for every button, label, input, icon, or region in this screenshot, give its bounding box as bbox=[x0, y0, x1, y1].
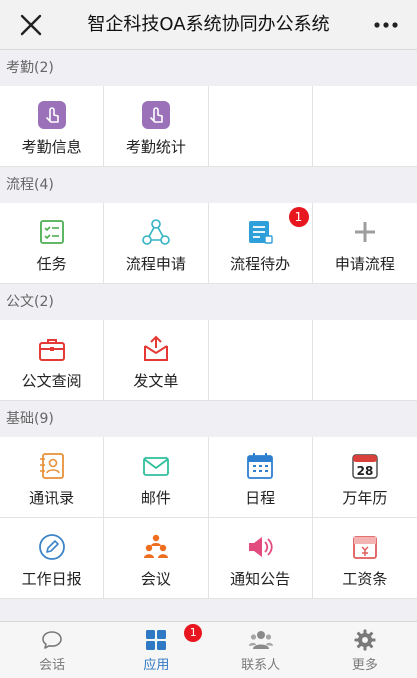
apps-grid-icon bbox=[146, 630, 167, 650]
tab-label: 会话 bbox=[39, 658, 66, 673]
app-attendance-stats[interactable]: 考勤统计 bbox=[104, 86, 209, 167]
notification-badge: 1 bbox=[288, 207, 309, 227]
section-title-basics: 基础(9) bbox=[0, 401, 417, 437]
section-title-workflow: 流程(4) bbox=[0, 167, 417, 203]
empty-cell bbox=[312, 86, 417, 167]
app-mail[interactable]: 邮件 bbox=[104, 437, 209, 518]
pencil-icon bbox=[38, 534, 65, 560]
app-label: 工作日报 bbox=[21, 570, 82, 588]
app-label: 流程待办 bbox=[230, 255, 291, 273]
send-doc-icon bbox=[143, 335, 168, 361]
app-label: 邮件 bbox=[140, 489, 171, 507]
tap-hand-icon bbox=[141, 101, 170, 129]
app-daily-report[interactable]: 工作日报 bbox=[0, 518, 105, 599]
app-notice[interactable]: 通知公告 bbox=[208, 518, 313, 599]
app-label: 日程 bbox=[245, 489, 276, 507]
bottom-tab-bar: 会话 1 应用 联系人 更多 bbox=[0, 621, 417, 678]
app-label: 发文单 bbox=[133, 372, 179, 390]
app-attendance-info[interactable]: 考勤信息 bbox=[0, 86, 105, 167]
chat-bubble-icon bbox=[42, 631, 62, 649]
salary-slip-icon bbox=[352, 536, 377, 559]
contact-card-icon bbox=[39, 453, 64, 479]
contacts-icon bbox=[248, 631, 273, 649]
section-title-documents: 公文(2) bbox=[0, 284, 417, 320]
app-salary-slip[interactable]: 工资条 bbox=[312, 518, 417, 599]
tap-hand-icon bbox=[37, 101, 66, 129]
notification-badge: 1 bbox=[184, 624, 203, 642]
app-flow-apply[interactable]: 流程申请 bbox=[104, 203, 209, 284]
app-document-view[interactable]: 公文查阅 bbox=[0, 320, 105, 401]
app-label: 任务 bbox=[36, 255, 67, 273]
briefcase-icon bbox=[38, 339, 65, 361]
section-grid-basics: 通讯录 邮件 日程 28 万年历 工作日报 会议 通知公告 工资条 bbox=[0, 437, 417, 599]
plus-icon bbox=[354, 222, 375, 242]
empty-cell bbox=[208, 86, 313, 167]
tab-label: 联系人 bbox=[241, 658, 281, 673]
todo-list-icon bbox=[249, 221, 273, 244]
app-label: 流程申请 bbox=[125, 255, 186, 273]
app-label: 万年历 bbox=[342, 489, 388, 507]
app-send-document[interactable]: 发文单 bbox=[104, 320, 209, 401]
app-label: 会议 bbox=[140, 570, 171, 588]
top-bar: 智企科技OA系统协同办公系统 bbox=[0, 0, 417, 50]
calendar-28-icon: 28 bbox=[352, 454, 378, 479]
tab-label: 更多 bbox=[351, 658, 378, 673]
calendar-day-text: 28 bbox=[357, 464, 374, 478]
app-flow-todo[interactable]: 1 流程待办 bbox=[208, 203, 313, 284]
section-grid-attendance: 考勤信息 考勤统计 bbox=[0, 86, 417, 167]
meeting-people-icon bbox=[143, 534, 168, 558]
app-label: 申请流程 bbox=[334, 255, 395, 273]
tab-apps[interactable]: 1 应用 bbox=[104, 622, 208, 678]
mail-icon bbox=[142, 457, 169, 476]
app-perpetual-calendar[interactable]: 28 万年历 bbox=[312, 437, 417, 518]
tab-more[interactable]: 更多 bbox=[313, 622, 417, 678]
app-label: 通知公告 bbox=[230, 570, 291, 588]
gear-icon bbox=[354, 629, 376, 651]
more-dots-icon[interactable] bbox=[371, 12, 401, 38]
app-apply-flow[interactable]: 申请流程 bbox=[312, 203, 417, 284]
speaker-icon bbox=[249, 537, 273, 557]
calendar-icon bbox=[247, 453, 274, 479]
app-label: 考勤统计 bbox=[125, 138, 186, 156]
apps-content[interactable]: 考勤(2) 考勤信息 考勤统计 流程(4) 任务 流程申请 1 流程待办 申请流… bbox=[0, 50, 417, 621]
app-task[interactable]: 任务 bbox=[0, 203, 105, 284]
tab-chat[interactable]: 会话 bbox=[0, 622, 104, 678]
tab-label: 应用 bbox=[143, 658, 170, 673]
app-label: 公文查阅 bbox=[21, 372, 82, 390]
app-address-book[interactable]: 通讯录 bbox=[0, 437, 105, 518]
checklist-icon bbox=[39, 220, 64, 244]
section-grid-documents: 公文查阅 发文单 bbox=[0, 320, 417, 401]
tab-contacts[interactable]: 联系人 bbox=[209, 622, 313, 678]
app-label: 考勤信息 bbox=[21, 138, 82, 156]
empty-cell bbox=[208, 320, 313, 401]
app-label: 工资条 bbox=[342, 570, 388, 588]
app-label: 通讯录 bbox=[29, 489, 75, 507]
close-icon[interactable] bbox=[18, 12, 44, 38]
app-schedule[interactable]: 日程 bbox=[208, 437, 313, 518]
empty-cell bbox=[312, 320, 417, 401]
app-meeting[interactable]: 会议 bbox=[104, 518, 209, 599]
section-grid-workflow: 任务 流程申请 1 流程待办 申请流程 bbox=[0, 203, 417, 284]
section-title-attendance: 考勤(2) bbox=[0, 50, 417, 86]
flow-nodes-icon bbox=[142, 219, 170, 245]
page-title: 智企科技OA系统协同办公系统 bbox=[87, 14, 330, 35]
